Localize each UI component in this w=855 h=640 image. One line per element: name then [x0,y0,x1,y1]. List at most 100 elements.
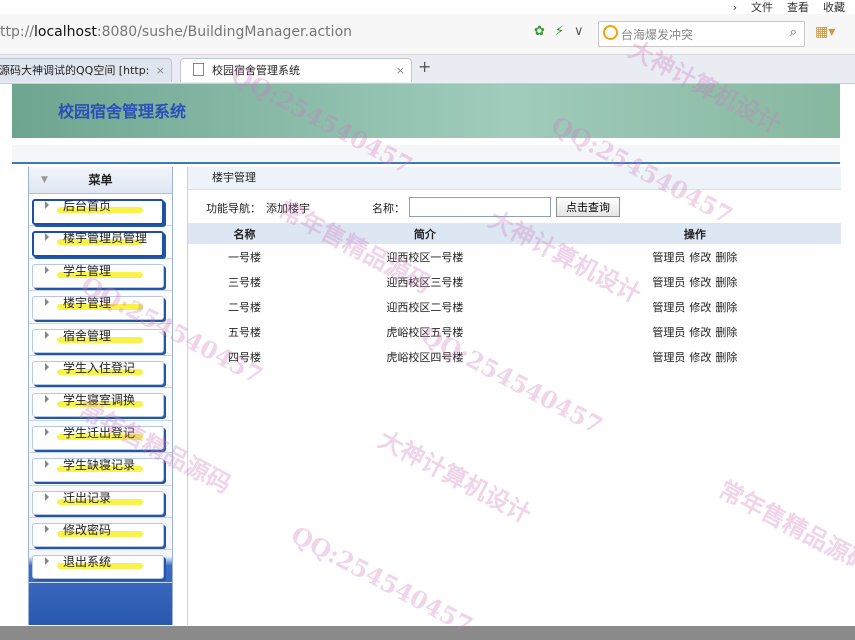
sidebar-item-label: 学生迁出登记 [63,425,136,440]
sidebar-item-buildings[interactable]: 楼宇管理 [29,291,172,324]
header-banner: 校园宿舍管理系统 [12,84,840,138]
edit-link[interactable]: 修改 [689,301,711,314]
edit-link[interactable]: 修改 [689,351,711,364]
cell-name: 四号楼 [228,350,261,364]
admin-link[interactable]: 管理员 [652,251,685,264]
sidebar-item-label: 学生缺寝记录 [63,458,136,473]
arrow-right-icon [45,524,49,533]
browser-top-menu: › 文件 查看 收藏 [685,0,855,15]
tab-title: 源码大神调试的QQ空间 [http: [0,64,150,77]
column-header: 名称 [188,223,302,244]
admin-link[interactable]: 管理员 [652,276,685,289]
cell-actions: 管理员 修改 删除 [549,344,841,369]
status-bar [0,626,855,640]
sidebar-item-checkout-records[interactable]: 迁出记录 [29,486,172,518]
sidebar-item-building-admin[interactable]: 楼宇管理员管理 [29,226,172,259]
cell-actions: 管理员 修改 删除 [549,244,841,269]
close-icon[interactable]: × [156,59,165,82]
cell-name: 三号楼 [228,275,261,289]
delete-link[interactable]: 删除 [715,351,737,364]
chevron-down-icon[interactable]: ∨ [574,24,584,39]
menu-arrow-icon[interactable]: › [733,1,737,14]
sidebar-item-students[interactable]: 学生管理 [29,259,172,292]
arrow-right-icon [45,362,49,371]
nav-label: 功能导航： [206,202,261,215]
edit-link[interactable]: 修改 [689,276,711,289]
sidebar-item-dorms[interactable]: 宿舍管理 [29,324,172,356]
new-tab-button[interactable]: + [418,57,431,76]
tab-qq-space[interactable]: 源码大神调试的QQ空间 [http: × [0,58,172,82]
sidebar-item-checkin[interactable]: 学生入住登记 [29,356,172,389]
page-icon [193,63,204,76]
sidebar-item-label: 学生入住登记 [63,360,136,375]
delete-link[interactable]: 删除 [715,301,737,314]
edit-link[interactable]: 修改 [689,326,711,339]
sidebar-item-label: 学生管理 [63,263,112,278]
arrow-right-icon [45,460,49,469]
apps-icon[interactable]: ▦▾ [815,24,835,40]
edit-link[interactable]: 修改 [689,251,711,264]
query-button[interactable]: 点击查询 [556,197,620,217]
collapse-icon[interactable]: ▼ [41,167,48,193]
cell-name: 二号楼 [228,300,261,314]
close-icon[interactable]: × [396,59,405,82]
menu-view[interactable]: 查看 [787,0,809,15]
arrow-right-icon [45,201,49,209]
arrow-right-icon [45,557,49,566]
separator [12,145,840,161]
cell-name: 一号楼 [228,250,261,264]
cell-actions: 管理员 修改 删除 [549,269,841,294]
cell-intro: 虎峪校区四号楼 [386,350,464,364]
lightning-icon[interactable]: ⚡ [555,24,564,39]
url-path: :8080/sushe/BuildingManager.action [96,24,353,40]
arrow-right-icon [45,492,49,501]
add-building-link[interactable]: 添加楼宇 [266,200,310,216]
cell-actions: 管理员 修改 删除 [549,294,841,319]
arrow-right-icon [45,330,49,339]
breadcrumb: 楼宇管理 [188,167,841,190]
sidebar-item-home[interactable]: 后台首页 [29,194,172,227]
column-header: 简介 [301,223,549,244]
sidebar-item-password[interactable]: 修改密码 [29,518,172,551]
arrow-right-icon [45,395,49,404]
sidebar-item-room-swap[interactable]: 学生寝室调换 [29,388,172,421]
delete-link[interactable]: 删除 [715,326,737,339]
sidebar-item-checkout[interactable]: 学生迁出登记 [29,421,172,454]
divider [12,162,840,164]
address-icons: ✿ ⚡ ∨ [534,24,584,39]
cell-intro: 迎西校区二号楼 [386,300,464,314]
admin-link[interactable]: 管理员 [652,301,685,314]
sidebar-item-label: 宿舍管理 [63,328,112,343]
url-field[interactable]: ttp://localhost:8080/sushe/BuildingManag… [0,24,352,40]
name-search-input[interactable] [409,197,551,217]
sidebar-item-absence[interactable]: 学生缺寝记录 [29,453,172,486]
sidebar-item-label: 迁出记录 [63,490,112,505]
tab-title: 校园宿舍管理系统 [212,64,300,77]
system-title: 校园宿舍管理系统 [58,102,187,121]
url-host: localhost [34,24,97,40]
sidebar-item-label: 楼宇管理员管理 [63,231,148,246]
table-header: 名称 简介 操作 [188,223,841,244]
search-box[interactable]: 台海爆发冲突 ⌕ [598,21,805,47]
tab-dorm-system[interactable]: 校园宿舍管理系统 × [180,58,412,82]
table-row: 四号楼 虎峪校区四号楼 管理员 修改 删除 [188,344,841,369]
cell-intro: 迎西校区三号楼 [386,275,464,289]
arrow-right-icon [45,233,49,242]
cell-intro: 虎峪校区五号楼 [386,325,464,339]
table-row: 五号楼 虎峪校区五号楼 管理员 修改 删除 [188,319,841,344]
admin-link[interactable]: 管理员 [652,351,685,364]
address-bar: ttp://localhost:8080/sushe/BuildingManag… [0,14,855,55]
refresh-icon[interactable]: ✿ [534,24,545,39]
search-icon[interactable]: ⌕ [790,25,797,40]
delete-link[interactable]: 删除 [715,276,737,289]
url-prefix: ttp:// [0,24,35,40]
menu-heading: ▼ 菜单 [29,167,172,194]
sidebar-menu: ▼ 菜单 后台首页 楼宇管理员管理 学生管理 楼宇管理 宿舍管理 学生入住登记 … [28,167,173,625]
menu-file[interactable]: 文件 [751,0,773,15]
cell-intro: 迎西校区一号楼 [386,250,464,264]
sidebar-item-logout[interactable]: 退出系统 [29,550,172,583]
menu-favorites[interactable]: 收藏 [823,0,845,15]
admin-link[interactable]: 管理员 [652,326,685,339]
delete-link[interactable]: 删除 [715,251,737,264]
sidebar-item-label: 退出系统 [63,555,112,570]
